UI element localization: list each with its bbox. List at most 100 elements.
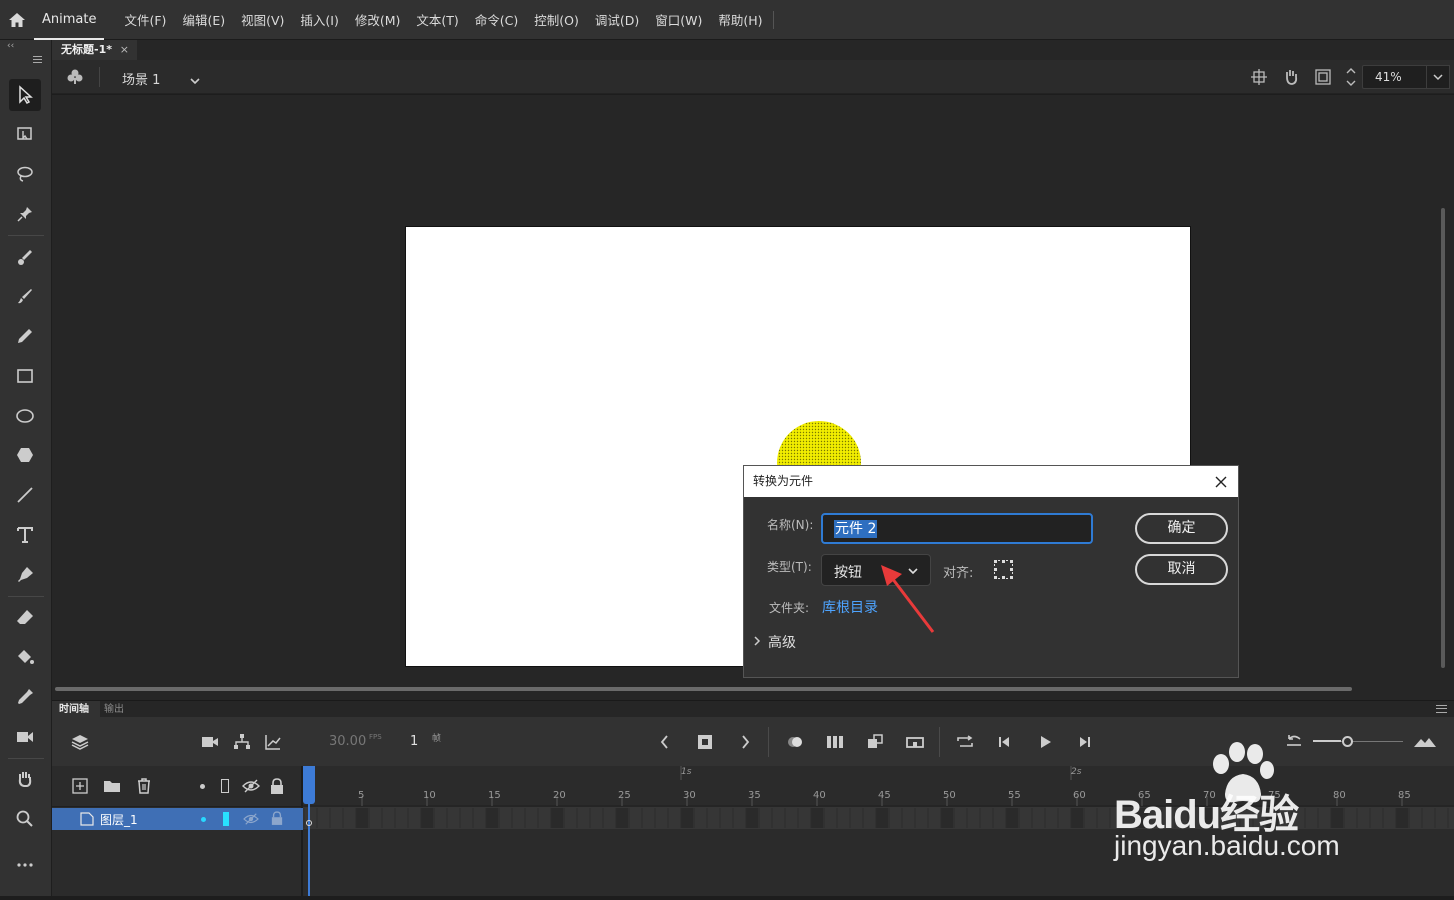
frame-cell-marker[interactable] xyxy=(876,808,888,828)
selection-tool-icon[interactable] xyxy=(9,79,41,111)
panel-menu-icon[interactable] xyxy=(33,56,42,63)
frame-cell-marker[interactable] xyxy=(746,808,758,828)
menu-control[interactable]: 控制(O) xyxy=(526,10,587,29)
pencil-icon[interactable] xyxy=(9,320,41,352)
next-keyframe-icon[interactable] xyxy=(736,733,754,751)
edit-multiple-frames-icon[interactable] xyxy=(826,733,844,751)
eraser-icon[interactable] xyxy=(9,601,41,633)
free-transform-tool-icon[interactable] xyxy=(9,118,41,150)
scene-label[interactable]: 场景 1 xyxy=(122,69,160,88)
collapse-icon[interactable]: ‹‹ xyxy=(7,41,14,51)
zoom-tool-icon[interactable] xyxy=(9,803,41,835)
document-tab[interactable]: 无标题-1* × xyxy=(52,40,137,60)
zoom-stepper-icon[interactable] xyxy=(1345,65,1357,93)
more-tools-icon[interactable] xyxy=(9,849,41,881)
line-tool-icon[interactable] xyxy=(9,479,41,511)
symbol-clubs-icon[interactable] xyxy=(66,68,84,90)
menu-view[interactable]: 视图(V) xyxy=(233,10,292,29)
layer-visibility-icon[interactable] xyxy=(243,812,259,826)
outline-icon[interactable] xyxy=(221,779,229,793)
layer-parenting-icon[interactable] xyxy=(233,733,251,751)
vertical-scrollbar[interactable] xyxy=(1441,208,1445,668)
rectangle-tool-icon[interactable] xyxy=(9,360,41,392)
registration-grid-icon[interactable] xyxy=(993,559,1015,585)
menu-modify[interactable]: 修改(M) xyxy=(347,10,409,29)
layer-outline-color[interactable] xyxy=(223,812,229,826)
insert-frame-icon[interactable] xyxy=(906,733,924,751)
eyedropper-icon[interactable] xyxy=(9,681,41,713)
menu-help[interactable]: 帮助(H) xyxy=(710,10,770,29)
playhead[interactable] xyxy=(303,766,315,804)
menu-file[interactable]: 文件(F) xyxy=(116,10,174,29)
empty-keyframe[interactable] xyxy=(306,820,312,826)
layer-lock-icon[interactable] xyxy=(271,811,283,826)
cancel-button[interactable]: 取消 xyxy=(1135,554,1228,585)
symbol-name-input[interactable]: 元件 2 xyxy=(821,513,1093,544)
menu-text[interactable]: 文本(T) xyxy=(408,10,466,29)
panel-menu-icon[interactable] xyxy=(1436,705,1447,713)
pen-tool-icon[interactable] xyxy=(9,559,41,591)
zoom-dropdown-button[interactable] xyxy=(1426,65,1450,89)
camera-tool-icon[interactable] xyxy=(9,721,41,753)
frame-cell-marker[interactable] xyxy=(811,808,823,828)
layer-name[interactable]: 图层_1 xyxy=(100,811,138,828)
frame-cell-marker[interactable] xyxy=(941,808,953,828)
menu-window[interactable]: 窗口(W) xyxy=(647,10,710,29)
hand-tool-icon[interactable] xyxy=(9,763,41,795)
frame-cell-marker[interactable] xyxy=(421,808,433,828)
fluid-brush-icon[interactable] xyxy=(9,241,41,273)
app-name[interactable]: Animate xyxy=(34,0,105,40)
step-back-icon[interactable] xyxy=(996,733,1014,751)
menu-edit[interactable]: 编辑(E) xyxy=(174,10,233,29)
close-tab-icon[interactable]: × xyxy=(120,40,129,60)
graph-icon[interactable] xyxy=(264,733,282,751)
horizontal-scrollbar[interactable] xyxy=(55,687,1352,691)
paint-bucket-icon[interactable] xyxy=(9,641,41,673)
play-icon[interactable] xyxy=(1036,733,1054,751)
highlight-dot-icon[interactable] xyxy=(200,784,205,789)
loop-icon[interactable] xyxy=(956,733,974,751)
layer-highlight-dot[interactable] xyxy=(201,817,206,822)
oval-tool-icon[interactable] xyxy=(9,400,41,432)
frame-cell-marker[interactable] xyxy=(681,808,693,828)
rotate-stage-icon[interactable] xyxy=(1282,68,1300,90)
layers-icon[interactable] xyxy=(71,733,89,751)
frame-cell-marker[interactable] xyxy=(616,808,628,828)
menu-commands[interactable]: 命令(C) xyxy=(467,10,526,29)
lasso-tool-icon[interactable] xyxy=(9,158,41,190)
home-icon[interactable] xyxy=(0,0,34,40)
onion-skin-icon[interactable] xyxy=(786,733,804,751)
layer-row[interactable]: 图层_1 xyxy=(52,808,303,830)
frame-value[interactable]: 1 xyxy=(410,734,418,749)
clip-content-icon[interactable] xyxy=(1315,69,1331,89)
advanced-toggle[interactable]: 高级 xyxy=(768,632,796,652)
chevron-down-icon[interactable] xyxy=(189,71,201,90)
center-stage-icon[interactable] xyxy=(1251,69,1267,89)
close-icon[interactable] xyxy=(1212,472,1230,490)
text-tool-icon[interactable] xyxy=(9,519,41,551)
frame-cell-marker[interactable] xyxy=(486,808,498,828)
insert-keyframe-icon[interactable] xyxy=(696,733,714,751)
tab-timeline[interactable]: 时间轴 xyxy=(52,701,100,718)
lock-icon[interactable] xyxy=(270,778,284,795)
menu-debug[interactable]: 调试(D) xyxy=(587,10,647,29)
frame-cell-marker[interactable] xyxy=(1071,808,1083,828)
frame-cell-marker[interactable] xyxy=(551,808,563,828)
fps-value[interactable]: 30.00 xyxy=(329,734,366,749)
pin-tool-icon[interactable] xyxy=(9,198,41,230)
chevron-right-icon[interactable] xyxy=(752,633,762,652)
paint-brush-icon[interactable] xyxy=(9,280,41,312)
ok-button[interactable]: 确定 xyxy=(1135,513,1228,544)
tab-output[interactable]: 输出 xyxy=(104,701,124,718)
add-layer-icon[interactable] xyxy=(72,778,88,794)
prev-keyframe-icon[interactable] xyxy=(656,733,674,751)
trash-icon[interactable] xyxy=(136,777,152,795)
polystar-tool-icon[interactable] xyxy=(9,439,41,471)
camera-icon[interactable] xyxy=(201,733,219,751)
create-tween-icon[interactable] xyxy=(866,733,884,751)
folder-icon[interactable] xyxy=(103,778,121,794)
step-forward-icon[interactable] xyxy=(1075,733,1093,751)
frame-cell-marker[interactable] xyxy=(1006,808,1018,828)
frame-cell-marker[interactable] xyxy=(356,808,368,828)
menu-insert[interactable]: 插入(I) xyxy=(292,10,346,29)
